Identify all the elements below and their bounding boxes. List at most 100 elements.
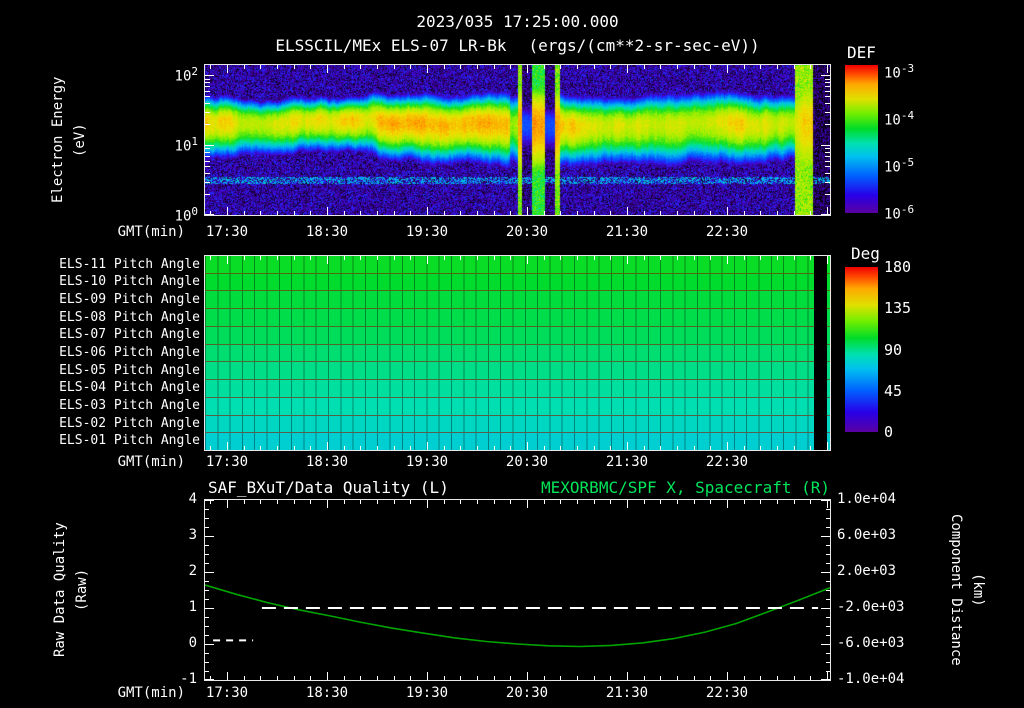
tick-mark [793,500,795,504]
gmt-axis-label-top: GMT(min) [117,224,185,240]
tick-mark [310,65,312,69]
tick-mark [593,446,595,450]
pitch-row-label: ELS-07 Pitch Angle [59,327,200,343]
tick-mark [626,442,628,450]
distance-y-axis-units: (km) [970,573,986,607]
tick-mark [460,256,462,260]
pitch-angle-panel [204,255,831,451]
tick-mark [205,172,210,174]
tick-mark [576,256,578,260]
tick-mark [543,500,545,504]
tick-mark [243,676,245,680]
tick-mark [493,676,495,680]
tick-mark [776,446,778,450]
spectrogram-y-tick-label: 100 [174,205,198,225]
tick-mark [210,65,212,69]
tick-mark [393,65,395,69]
tick-mark [443,500,445,504]
quality-y-tick-label: 3 [188,527,197,543]
tick-mark [460,65,462,69]
tick-mark [410,256,412,260]
tick-mark [493,500,495,504]
pitch-angle-row [205,343,830,362]
tick-mark [825,148,830,150]
tick-mark [693,676,695,680]
tick-mark [576,211,578,215]
tick-mark [643,65,645,69]
tick-mark [826,442,828,450]
tick-mark [205,124,210,126]
tick-mark [610,256,612,260]
plot-datetime: 2023/035 17:25:00.000 [416,12,619,31]
tick-mark [825,86,830,88]
tick-mark [410,500,412,504]
tick-mark [243,65,245,69]
tick-mark [293,676,295,680]
tick-mark [326,672,328,680]
tick-mark [576,676,578,680]
tick-mark [510,676,512,680]
tick-mark [205,500,214,501]
tick-mark [825,166,830,168]
pitch-row-label: ELS-06 Pitch Angle [59,345,200,360]
pitch-angle-row [205,379,830,397]
tick-mark [810,256,812,260]
pitch-row-label: ELS-04 Pitch Angle [59,380,200,396]
tick-mark [343,676,345,680]
tick-mark [793,446,795,450]
tick-mark [825,82,830,84]
tick-mark [826,554,830,555]
tick-mark [276,446,278,450]
tick-mark [360,500,362,504]
tick-mark [205,82,210,84]
tick-mark [693,65,695,69]
tick-mark [426,442,428,450]
line-plot-panel [204,499,831,681]
electron-energy-spectrogram [205,65,830,215]
tick-mark [825,96,830,98]
tick-mark [626,207,628,215]
tick-mark [825,78,830,80]
pitch-row-label: ELS-05 Pitch Angle [59,362,200,378]
tick-mark [205,181,210,183]
tick-mark [610,65,612,69]
tick-mark [826,545,830,546]
quality-y-axis-units: (Raw) [74,568,90,612]
deg-colorbar [845,267,878,432]
tick-mark [826,509,830,510]
tick-mark [560,446,562,450]
tick-mark [376,446,378,450]
tick-mark [260,446,262,450]
tick-mark [443,446,445,450]
tick-mark [205,75,214,77]
x-tick-label: 19:30 [405,685,449,701]
tick-mark [476,676,478,680]
tick-mark [510,211,512,215]
tick-mark [793,65,795,69]
tick-mark [543,65,545,69]
spectrogram-y-axis-units: (eV) [72,123,88,157]
tick-mark [676,211,678,215]
tick-mark [310,256,312,260]
tick-mark [726,442,728,450]
tick-mark [205,590,209,591]
tick-mark [226,672,228,680]
tick-mark [293,500,295,504]
tick-mark [376,676,378,680]
tick-mark [821,572,830,573]
tick-mark [360,65,362,69]
spectrogram-y-axis-title: Electron Energy [50,76,66,204]
tick-mark [205,635,209,636]
data-gap [814,256,827,450]
tick-mark [426,500,428,508]
pitch-angle-row [205,432,830,451]
tick-mark [826,256,828,264]
x-tick-label: 21:30 [605,685,649,701]
tick-mark [643,676,645,680]
tick-mark [260,65,262,69]
gmt-axis-label-bottom: GMT(min) [117,685,185,701]
tick-mark [810,211,812,215]
tick-mark [293,211,295,215]
tick-mark [660,500,662,504]
tick-mark [710,500,712,504]
